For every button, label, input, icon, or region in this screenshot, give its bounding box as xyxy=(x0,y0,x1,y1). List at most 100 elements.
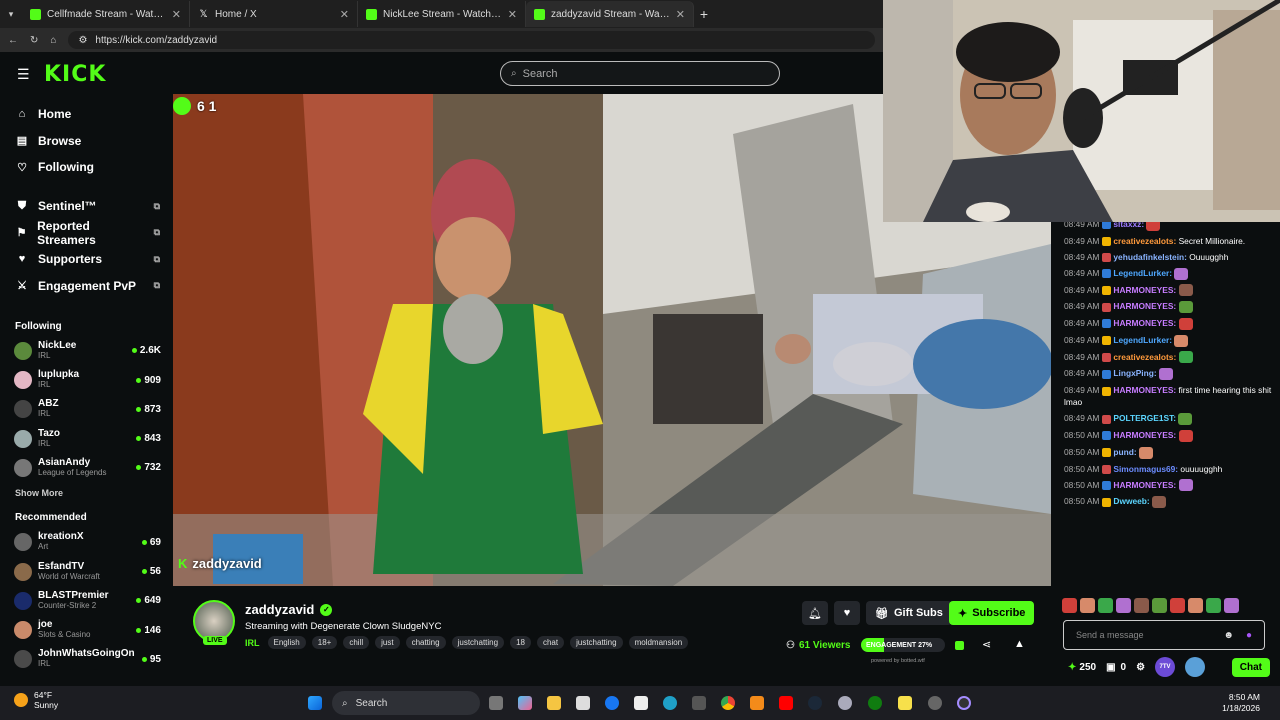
chat-username[interactable]: yehudafinkelstein: xyxy=(1113,252,1187,262)
sidebar-channel[interactable]: NickLee IRL 2.6K xyxy=(0,336,172,365)
edge-icon[interactable] xyxy=(663,696,677,710)
sidebar-item-supporters[interactable]: ♥ Supporters ⧉ xyxy=(0,246,172,273)
url-field[interactable]: ⚙ https://kick.com/zaddyzavid xyxy=(68,31,875,49)
gift-subs-button[interactable]: 🎁︎ Gift Subs xyxy=(866,601,952,625)
stream-tag[interactable]: just xyxy=(375,636,400,649)
close-tab-icon[interactable]: ✕ xyxy=(676,8,685,21)
sidebar-channel[interactable]: EsfandTV World of Warcraft 56 xyxy=(0,557,172,586)
sidebar-channel[interactable]: kreationX Art 69 xyxy=(0,528,172,557)
send-chat-button[interactable]: Chat xyxy=(1231,657,1270,677)
sidebar-channel[interactable]: Tazo IRL 843 xyxy=(0,424,172,453)
calculator-icon[interactable] xyxy=(692,696,706,710)
sidebar-item-browse[interactable]: ▤ Browse xyxy=(0,128,172,155)
emote-icon[interactable] xyxy=(1080,598,1095,613)
chat-username[interactable]: sltaxxz: xyxy=(1113,222,1144,229)
weather-widget[interactable]: 64°F Sunny xyxy=(14,690,58,710)
site-info-icon[interactable]: ⚙ xyxy=(78,35,87,46)
chat-username[interactable]: LegendLurker: xyxy=(1113,335,1172,345)
points-display[interactable]: ✦ 250 xyxy=(1068,662,1096,673)
sidebar-item-engagement-pvp[interactable]: ⚔ Engagement PvP ⧉ xyxy=(0,273,172,300)
stream-tag[interactable]: 18+ xyxy=(311,636,338,649)
stream-tag[interactable]: justchatting xyxy=(451,636,505,649)
new-tab-button[interactable]: + xyxy=(694,6,714,22)
chat-username[interactable]: HARMONEYES: xyxy=(1113,385,1176,395)
extension-icon[interactable]: ● xyxy=(1246,630,1252,641)
kick-logo[interactable]: KICK xyxy=(44,62,106,87)
sidebar-channel[interactable]: JohnWhatsGoingOn IRL 95 xyxy=(0,645,172,674)
stream-tag[interactable]: 18 xyxy=(510,636,531,649)
menu-icon[interactable]: ☰ xyxy=(17,66,30,83)
chat-username[interactable]: Simonmagus69: xyxy=(1113,464,1178,474)
search-input[interactable]: ⌕ Search xyxy=(500,61,780,86)
home-icon[interactable]: ⌂ xyxy=(50,35,56,46)
chat-username[interactable]: HARMONEYES: xyxy=(1113,318,1176,328)
sidebar-channel[interactable]: luplupka IRL 909 xyxy=(0,365,172,394)
youtube-icon[interactable] xyxy=(779,696,793,710)
browser-tab[interactable]: Cellfmade Stream - Watch Li ✕ xyxy=(22,1,190,27)
7tv-icon[interactable]: 7TV xyxy=(1155,657,1176,677)
emote-icon[interactable] xyxy=(1152,598,1167,613)
follow-button[interactable]: ♥ xyxy=(834,601,860,625)
sidebar-channel[interactable]: AsianAndy League of Legends 732 xyxy=(0,453,172,482)
sidebar-channel[interactable]: BLASTPremier Counter-Strike 2 649 xyxy=(0,586,172,615)
emote-icon[interactable] xyxy=(1188,598,1203,613)
stream-tag[interactable]: chill xyxy=(343,636,370,649)
app-icon[interactable] xyxy=(838,696,852,710)
sidebar-item-following[interactable]: ♡ Following xyxy=(0,154,172,181)
emote-icon[interactable] xyxy=(1062,598,1077,613)
tab-list-button[interactable]: ▾ xyxy=(0,9,22,20)
chat-username[interactable]: LegendLurker: xyxy=(1113,268,1172,278)
windows-start-icon[interactable] xyxy=(308,696,322,710)
subscribe-button[interactable]: ✦ Subscribe xyxy=(949,601,1035,625)
facebook-icon[interactable] xyxy=(605,696,619,710)
show-more-button[interactable]: Show More xyxy=(0,483,172,503)
streamer-name[interactable]: zaddyzavid ✓ xyxy=(245,602,333,617)
store-icon[interactable] xyxy=(576,696,590,710)
sidebar-channel[interactable]: ABZ IRL 873 xyxy=(0,395,172,424)
sidebar-item-reported-streamers[interactable]: ⚑ Reported Streamers ⧉ xyxy=(0,219,172,247)
notifications-button[interactable]: 🔔︎ xyxy=(802,601,828,625)
taskbar-search[interactable]: ⌕ Search xyxy=(332,691,480,715)
xbox-icon[interactable] xyxy=(868,696,882,710)
sidebar-item-home[interactable]: ⌂ Home xyxy=(0,101,172,128)
stream-tag[interactable]: justchatting xyxy=(570,636,623,649)
browser-tab[interactable]: 𝕏 Home / X ✕ xyxy=(190,1,358,27)
task-view-icon[interactable] xyxy=(489,696,503,710)
emote-icon[interactable] xyxy=(1170,598,1185,613)
browser-tab[interactable]: NickLee Stream - Watch Live ✕ xyxy=(358,1,526,27)
settings-icon[interactable] xyxy=(928,696,942,710)
settings-icon[interactable]: ⚙ xyxy=(1136,662,1145,673)
report-icon[interactable]: ▲ xyxy=(1014,638,1025,650)
browser-tab-active[interactable]: zaddyzavid Stream - Watch Li ✕ xyxy=(526,1,694,27)
stream-tag[interactable]: chatting xyxy=(405,636,446,649)
obs-icon[interactable] xyxy=(957,696,971,710)
close-tab-icon[interactable]: ✕ xyxy=(340,8,349,21)
back-icon[interactable]: ← xyxy=(8,35,18,46)
chat-username[interactable]: HARMONEYES: xyxy=(1113,430,1176,440)
stream-tag[interactable]: moldmansion xyxy=(628,636,689,649)
amazon-icon[interactable] xyxy=(634,696,648,710)
extension-icon[interactable] xyxy=(955,641,964,650)
file-explorer-icon[interactable] xyxy=(547,696,561,710)
stream-tag[interactable]: English xyxy=(267,636,306,649)
emote-icon[interactable] xyxy=(1098,598,1113,613)
stream-tag[interactable]: chat xyxy=(536,636,565,649)
emote-icon[interactable] xyxy=(1206,598,1221,613)
emoji-icon[interactable]: ☻ xyxy=(1223,630,1234,641)
chat-username[interactable]: HARMONEYES: xyxy=(1113,301,1176,311)
vlc-icon[interactable] xyxy=(750,696,764,710)
chat-username[interactable]: creativezealots: xyxy=(1113,352,1176,362)
chat-username[interactable]: Dwweeb: xyxy=(1113,496,1149,506)
system-clock[interactable]: 8:50 AM 1/18/2026 xyxy=(1222,692,1260,714)
sidebar-channel[interactable]: joe Slots & Casino 146 xyxy=(0,616,172,645)
close-tab-icon[interactable]: ✕ xyxy=(508,8,517,21)
steam-icon[interactable] xyxy=(808,696,822,710)
chat-username[interactable]: POLTERGE1ST: xyxy=(1113,413,1176,423)
emote-icon[interactable] xyxy=(1116,598,1131,613)
reload-icon[interactable]: ↻ xyxy=(30,35,38,46)
chat-username[interactable]: creativezealots: xyxy=(1113,236,1176,246)
sticky-notes-icon[interactable] xyxy=(898,696,912,710)
chat-username[interactable]: HARMONEYES: xyxy=(1113,480,1176,490)
category-link[interactable]: IRL xyxy=(245,638,260,648)
gift-display[interactable]: ▣ 0 xyxy=(1106,662,1126,673)
